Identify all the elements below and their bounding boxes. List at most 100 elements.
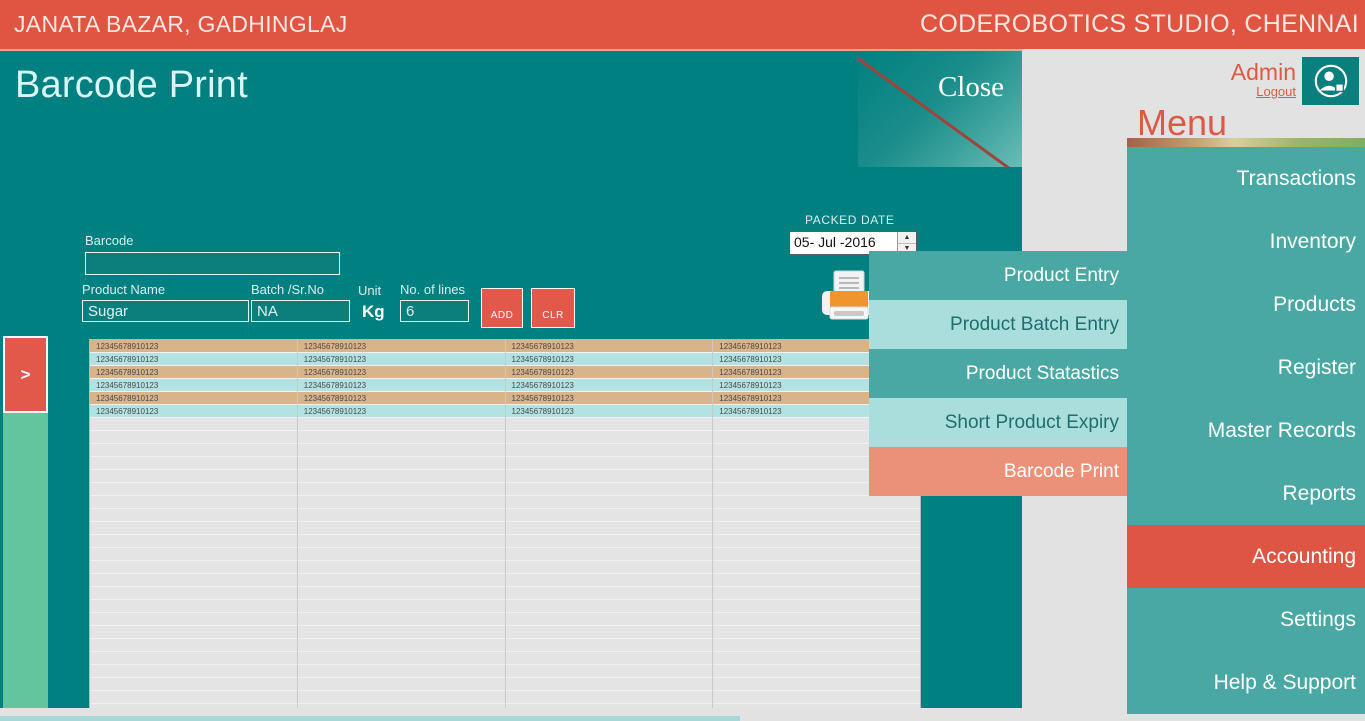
barcode-cell-empty[interactable] (713, 548, 920, 561)
barcode-cell-empty[interactable] (713, 561, 920, 574)
barcode-cell-empty[interactable] (505, 561, 713, 574)
barcode-cell-empty[interactable] (90, 509, 297, 522)
lines-input[interactable] (400, 300, 469, 322)
barcode-cell-empty[interactable] (297, 639, 505, 652)
barcode-cell[interactable]: 12345678910123 (90, 379, 297, 392)
barcode-cell-empty[interactable] (505, 522, 713, 535)
barcode-cell-empty[interactable] (297, 587, 505, 600)
barcode-cell-empty[interactable] (90, 587, 297, 600)
barcode-cell-empty[interactable] (713, 626, 920, 639)
submenu-item-product-statastics[interactable]: Product Statastics (869, 349, 1127, 398)
barcode-cell-empty[interactable] (90, 444, 297, 457)
barcode-cell-empty[interactable] (90, 704, 297, 708)
barcode-cell[interactable]: 12345678910123 (297, 353, 505, 366)
barcode-cell-empty[interactable] (90, 561, 297, 574)
barcode-cell-empty[interactable] (297, 678, 505, 691)
submenu-item-barcode-print[interactable]: Barcode Print (869, 447, 1127, 496)
menu-item-inventory[interactable]: Inventory (1127, 210, 1365, 273)
submenu-item-product-batch-entry[interactable]: Product Batch Entry (869, 300, 1127, 349)
barcode-cell-empty[interactable] (505, 457, 713, 470)
barcode-cell-empty[interactable] (505, 535, 713, 548)
barcode-cell-empty[interactable] (90, 522, 297, 535)
menu-item-help-support[interactable]: Help & Support (1127, 651, 1365, 714)
barcode-cell-empty[interactable] (297, 418, 505, 431)
barcode-cell-empty[interactable] (713, 691, 920, 704)
products-submenu[interactable]: Product Entry Product Batch Entry Product … (869, 251, 1127, 496)
barcode-cell[interactable]: 12345678910123 (505, 366, 713, 379)
add-button[interactable]: ADD (481, 288, 523, 328)
barcode-cell[interactable]: 12345678910123 (90, 366, 297, 379)
menu-item-register[interactable]: Register (1127, 336, 1365, 399)
barcode-cell-empty[interactable] (297, 483, 505, 496)
logout-link[interactable]: Logout (1231, 84, 1296, 99)
barcode-cell-empty[interactable] (297, 561, 505, 574)
barcode-cell-empty[interactable] (505, 470, 713, 483)
barcode-cell[interactable]: 12345678910123 (297, 366, 505, 379)
barcode-cell[interactable]: 12345678910123 (297, 379, 505, 392)
menu-item-accounting[interactable]: Accounting (1127, 525, 1365, 588)
barcode-cell-empty[interactable] (297, 496, 505, 509)
barcode-cell-empty[interactable] (90, 483, 297, 496)
menu-item-master-records[interactable]: Master Records (1127, 399, 1365, 462)
barcode-cell[interactable]: 12345678910123 (505, 392, 713, 405)
barcode-cell-empty[interactable] (505, 444, 713, 457)
expand-panel-button[interactable]: > (3, 336, 48, 413)
barcode-cell-empty[interactable] (713, 574, 920, 587)
barcode-cell-empty[interactable] (297, 600, 505, 613)
barcode-cell[interactable]: 12345678910123 (505, 379, 713, 392)
barcode-cell-empty[interactable] (297, 470, 505, 483)
barcode-cell-empty[interactable] (297, 652, 505, 665)
product-name-input[interactable] (82, 300, 249, 322)
barcode-cell-empty[interactable] (297, 574, 505, 587)
barcode-cell-empty[interactable] (90, 613, 297, 626)
barcode-cell-empty[interactable] (713, 613, 920, 626)
barcode-cell-empty[interactable] (713, 704, 920, 708)
barcode-cell-empty[interactable] (505, 548, 713, 561)
barcode-cell-empty[interactable] (297, 535, 505, 548)
barcode-cell-empty[interactable] (713, 652, 920, 665)
clr-button[interactable]: CLR (531, 288, 575, 328)
spinner-up-icon[interactable]: ▲ (898, 232, 916, 244)
menu-item-settings[interactable]: Settings (1127, 588, 1365, 651)
barcode-input[interactable] (85, 252, 340, 275)
barcode-cell[interactable]: 12345678910123 (90, 340, 297, 353)
barcode-cell-empty[interactable] (505, 678, 713, 691)
barcode-cell-empty[interactable] (713, 496, 920, 509)
barcode-cell-empty[interactable] (713, 522, 920, 535)
barcode-cell-empty[interactable] (505, 600, 713, 613)
barcode-cell-empty[interactable] (505, 431, 713, 444)
barcode-cell-empty[interactable] (713, 509, 920, 522)
barcode-cell-empty[interactable] (505, 626, 713, 639)
barcode-cell[interactable]: 12345678910123 (505, 353, 713, 366)
barcode-cell-empty[interactable] (297, 548, 505, 561)
barcode-cell-empty[interactable] (90, 457, 297, 470)
barcode-cell-empty[interactable] (90, 626, 297, 639)
close-button[interactable]: Close (858, 51, 1022, 167)
barcode-cell-empty[interactable] (297, 613, 505, 626)
barcode-cell-empty[interactable] (90, 496, 297, 509)
barcode-cell[interactable]: 12345678910123 (505, 340, 713, 353)
barcode-cell-empty[interactable] (713, 678, 920, 691)
barcode-cell-empty[interactable] (90, 470, 297, 483)
barcode-cell-empty[interactable] (90, 418, 297, 431)
barcode-cell-empty[interactable] (505, 639, 713, 652)
barcode-cell-empty[interactable] (90, 652, 297, 665)
barcode-cell-empty[interactable] (90, 691, 297, 704)
barcode-cell-empty[interactable] (713, 600, 920, 613)
barcode-cell-empty[interactable] (505, 496, 713, 509)
barcode-cell-empty[interactable] (90, 600, 297, 613)
barcode-grid[interactable]: 12345678910123 12345678910123 123456789101… (89, 339, 921, 708)
barcode-cell[interactable]: 12345678910123 (90, 392, 297, 405)
barcode-cell-empty[interactable] (90, 535, 297, 548)
barcode-cell-empty[interactable] (297, 509, 505, 522)
barcode-cell[interactable]: 12345678910123 (297, 405, 505, 418)
barcode-cell-empty[interactable] (297, 691, 505, 704)
barcode-cell[interactable]: 12345678910123 (297, 392, 505, 405)
barcode-cell-empty[interactable] (297, 522, 505, 535)
barcode-cell-empty[interactable] (713, 535, 920, 548)
menu-item-reports[interactable]: Reports (1127, 462, 1365, 525)
barcode-cell-empty[interactable] (505, 509, 713, 522)
barcode-cell-empty[interactable] (90, 431, 297, 444)
barcode-cell-empty[interactable] (505, 587, 713, 600)
barcode-cell[interactable]: 12345678910123 (505, 405, 713, 418)
